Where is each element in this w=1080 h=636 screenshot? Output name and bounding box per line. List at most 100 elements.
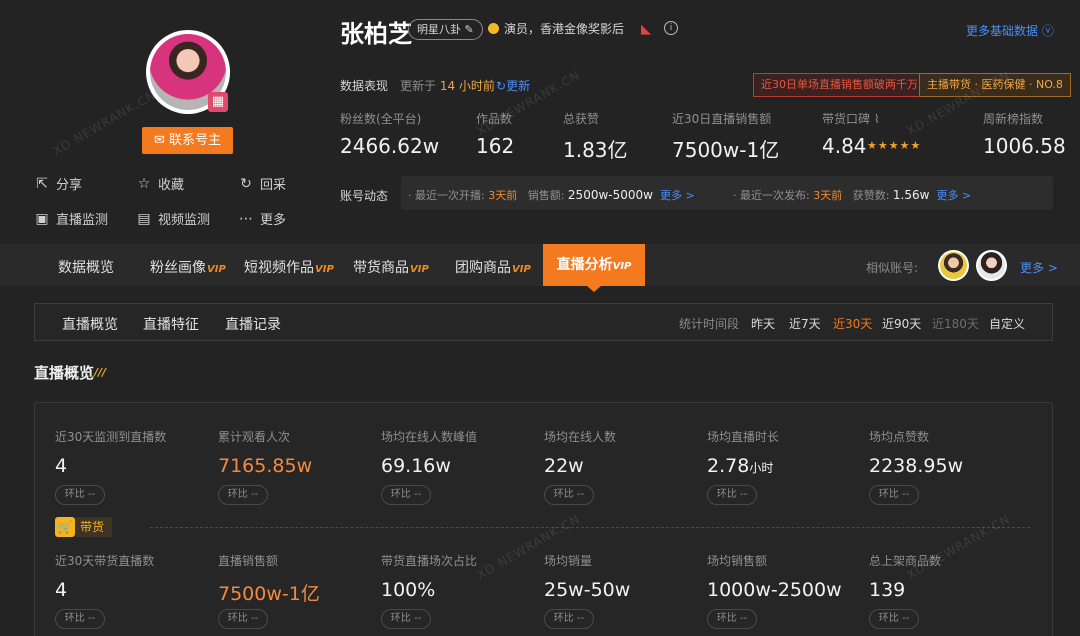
info-icon[interactable]: i — [664, 21, 678, 35]
trend-icon: ⌇ — [873, 112, 880, 126]
metric-value: 25w-50w — [544, 579, 631, 601]
metric-value: 2238.95w — [869, 455, 964, 477]
tv-icon: ▣ — [35, 210, 49, 227]
tab-goods[interactable]: 带货商品VIP — [353, 257, 429, 277]
favorite-label: 收藏 — [158, 178, 185, 193]
cart-icon: 🛒 — [55, 517, 75, 537]
compare-chip: 环比 -- — [707, 609, 757, 629]
tab-short-videos[interactable]: 短视频作品VIP — [244, 257, 334, 277]
more-post-link[interactable]: 更多 > — [936, 189, 971, 202]
contact-owner-label: 联系号主 — [169, 133, 222, 148]
period-custom[interactable]: 自定义 — [989, 315, 1025, 332]
share-label: 分享 — [56, 178, 83, 193]
verified-dot-icon — [488, 23, 499, 34]
recollect-button[interactable]: ↻ 回采 — [238, 174, 287, 194]
compare-chip: 环比 -- — [544, 609, 594, 629]
period-30days[interactable]: 近30天 — [833, 315, 872, 332]
subtab-live-overview[interactable]: 直播概览 — [62, 314, 118, 334]
metric-label: 场均在线人数峰值 — [381, 430, 478, 444]
goods-section-label: 带货 — [75, 517, 113, 537]
compare-chip: 环比 -- — [381, 609, 431, 629]
metric-label: 场均销量 — [544, 554, 593, 568]
metric-label: 场均点赞数 — [869, 430, 930, 444]
data-section-title: 数据表现 — [340, 79, 389, 93]
share-icon: ⇱ — [36, 175, 48, 192]
stat-reputation-value: 4.84 — [822, 134, 867, 158]
refresh-link[interactable]: ↻更新 — [496, 77, 530, 94]
last-post-info: · 最近一次发布: 3天前 获赞数: 1.56w 更多 > — [733, 188, 972, 202]
subtab-live-records[interactable]: 直播记录 — [225, 314, 281, 334]
active-tab-indicator — [587, 286, 601, 292]
subtab-live-features[interactable]: 直播特征 — [143, 314, 199, 334]
account-description: 演员，香港金像奖影后 — [488, 20, 624, 37]
refresh-small-icon: ↻ — [496, 79, 507, 93]
compare-chip: 环比 -- — [707, 485, 757, 505]
compare-chip: 环比 -- — [544, 485, 594, 505]
stat-live-sales-value: 7500w-1亿 — [672, 138, 780, 162]
compare-chip: 环比 -- — [55, 609, 105, 629]
period-180days[interactable]: 近180天 — [932, 315, 979, 332]
tab-live-analysis[interactable]: 直播分析VIP — [543, 244, 645, 286]
metric-value: 100% — [381, 579, 436, 601]
metric-label: 带货直播场次占比 — [381, 554, 478, 568]
live-monitor-button[interactable]: ▣ 直播监测 — [34, 209, 109, 229]
stat-weekly-index-value: 1006.58 — [983, 134, 1066, 158]
metric-label: 场均直播时长 — [707, 430, 780, 444]
rating-stars: ★★★★★ — [867, 139, 922, 152]
similar-account-avatar[interactable] — [938, 250, 969, 281]
metric-value: 4 — [55, 455, 68, 477]
section-divider — [150, 527, 1030, 528]
favorite-button[interactable]: ☆ 收藏 — [136, 174, 185, 194]
edit-icon: ✎ — [464, 23, 474, 36]
metric-value: 4 — [55, 579, 68, 601]
metric-label: 近30天带货直播数 — [55, 554, 155, 568]
metric-label: 场均在线人数 — [544, 430, 617, 444]
refresh-icon: ↻ — [240, 175, 252, 192]
compare-chip: 环比 -- — [869, 609, 919, 629]
more-live-link[interactable]: 更多 > — [660, 189, 695, 202]
share-button[interactable]: ⇱ 分享 — [34, 174, 83, 194]
video-monitor-button[interactable]: ▤ 视频监测 — [136, 209, 211, 229]
similar-accounts-label: 相似账号: — [866, 261, 919, 275]
updated-time: 更新于 14 小时前 — [400, 79, 495, 93]
stat-likes-label: 总获赞 — [563, 112, 600, 126]
chevron-circle-icon: ⓥ — [1041, 24, 1054, 38]
tab-fan-profile[interactable]: 粉丝画像VIP — [150, 257, 226, 277]
more-basic-data-link[interactable]: 更多基础数据 ⓥ — [966, 22, 1054, 39]
stat-live-sales-label: 近30日直播销售额 — [672, 112, 772, 126]
title-deco-icon: /// — [94, 366, 107, 379]
metric-value: 139 — [869, 579, 906, 601]
stat-weekly-index-label: 周新榜指数 — [983, 112, 1044, 126]
metric-label: 直播销售额 — [218, 554, 279, 568]
category-tag-label: 明星八卦 — [417, 23, 461, 36]
similar-account-avatar[interactable] — [976, 250, 1007, 281]
period-7days[interactable]: 近7天 — [789, 315, 821, 332]
brand-logo-icon: ◣ — [641, 22, 651, 37]
stat-fans-value: 2466.62w — [340, 134, 440, 158]
period-yesterday[interactable]: 昨天 — [751, 315, 775, 332]
category-tag[interactable]: 明星八卦 ✎ — [408, 19, 483, 40]
contact-owner-button[interactable]: ✉ 联系号主 — [142, 127, 233, 154]
chart-icon: ▤ — [137, 210, 151, 227]
refresh-label: 更新 — [506, 79, 531, 93]
stat-reputation-label: 带货口碑 ⌇ — [822, 112, 880, 126]
recollect-label: 回采 — [260, 178, 287, 193]
metric-label: 近30天监测到直播数 — [55, 430, 167, 444]
period-90days[interactable]: 近90天 — [882, 315, 921, 332]
sales-record-badge: 近30日单场直播销售额破两千万 — [753, 73, 926, 97]
compare-chip: 环比 -- — [869, 485, 919, 505]
account-name: 张柏芝 — [340, 20, 412, 48]
video-monitor-label: 视频监测 — [158, 213, 211, 228]
metric-value: 2.78小时 — [707, 455, 774, 477]
qr-code-icon[interactable]: ▦ — [208, 92, 228, 112]
more-actions-button[interactable]: ⋯ 更多 — [238, 209, 286, 229]
tab-data-overview[interactable]: 数据概览 — [58, 257, 114, 277]
account-activity-label: 账号动态 — [340, 189, 389, 203]
metric-value: 7500w-1亿 — [218, 583, 320, 605]
live-monitor-label: 直播监测 — [56, 213, 109, 228]
compare-chip: 环比 -- — [381, 485, 431, 505]
compare-chip: 环比 -- — [218, 485, 268, 505]
tab-group-buy[interactable]: 团购商品VIP — [455, 257, 531, 277]
more-similar-link[interactable]: 更多 > — [1020, 259, 1058, 276]
metric-value: 22w — [544, 455, 584, 477]
